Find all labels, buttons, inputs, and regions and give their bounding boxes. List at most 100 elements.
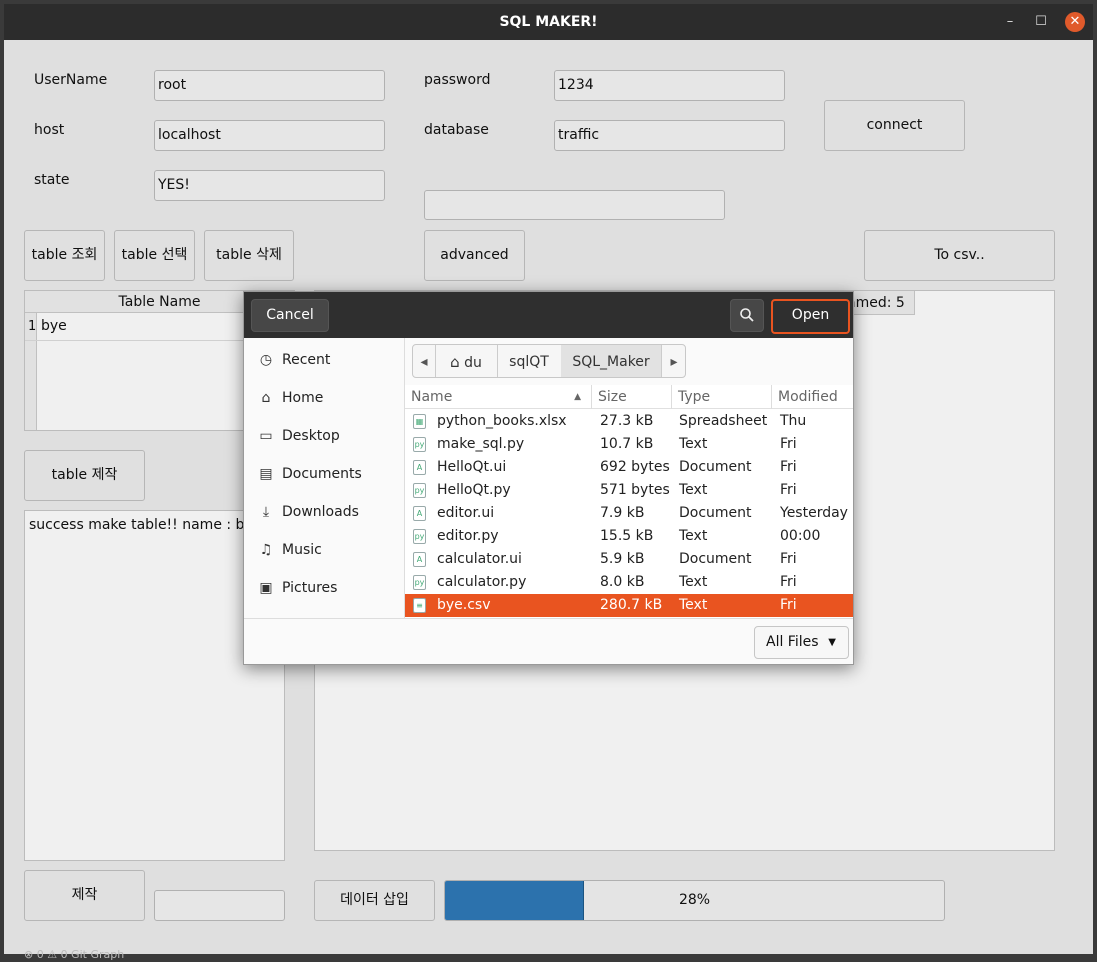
place-home[interactable]: ⌂ Home [256, 390, 324, 414]
downloads-icon: ⤓ [262, 504, 270, 520]
home-icon: ⌂ [450, 353, 460, 371]
file-modified: Yesterday [780, 505, 848, 521]
database-label: database [424, 122, 489, 138]
recent-icon: ◷ [259, 352, 273, 368]
file-name: HelloQt.ui [437, 459, 507, 475]
to-csv-button[interactable]: To csv.. [864, 230, 1055, 281]
search-icon[interactable] [730, 299, 764, 332]
place-documents[interactable]: ▤ Documents [256, 466, 362, 490]
file-row[interactable]: ≡ bye.csv 280.7 kB Text Fri [405, 594, 853, 617]
crumb-sql-maker[interactable]: SQL_Maker [561, 345, 662, 377]
file-modified: Fri [780, 482, 797, 498]
music-icon: ♫ [259, 542, 273, 558]
maximize-icon[interactable]: ☐ [1031, 12, 1051, 32]
host-input[interactable]: localhost [154, 120, 385, 151]
file-row[interactable]: Acalculator.ui 5.9 kB Document Fri [405, 548, 853, 571]
make-button[interactable]: 제작 [24, 870, 145, 921]
advanced-button[interactable]: advanced [424, 230, 525, 281]
file-type: Text [679, 597, 708, 613]
file-filter-select[interactable]: All Files ▼ [754, 626, 849, 659]
close-icon[interactable]: ✕ [1065, 12, 1085, 32]
file-icon: ≡ [413, 598, 426, 613]
password-input[interactable]: 1234 [554, 70, 785, 101]
crumb-forward-icon[interactable]: ▸ [661, 345, 685, 377]
make-name-input[interactable] [154, 890, 285, 921]
file-icon: ▦ [413, 414, 426, 429]
file-name: calculator.ui [437, 551, 522, 567]
host-label: host [34, 122, 65, 138]
pictures-icon: ▣ [259, 580, 273, 596]
table-make-button[interactable]: table 제작 [24, 450, 145, 501]
col-modified[interactable]: Modified [772, 385, 853, 409]
file-row[interactable]: py HelloQt.py 571 bytes Text Fri [405, 479, 853, 502]
file-name: editor.py [437, 528, 499, 544]
table-delete-button[interactable]: table 삭제 [204, 230, 294, 281]
file-size: 8.0 kB [600, 574, 645, 590]
title-bar[interactable]: SQL MAKER! – ☐ ✕ [4, 4, 1093, 40]
file-row[interactable]: A HelloQt.ui 692 bytes Document Fri [405, 456, 853, 479]
connect-button[interactable]: connect [824, 100, 965, 151]
state-input[interactable]: YES! [154, 170, 385, 201]
statusbar-text: ⊗ 0 ⚠ 0 Git Graph [24, 948, 125, 961]
file-list[interactable]: Name ▲ Size Type Modified ▦ python_books.x… [405, 385, 853, 618]
column-header[interactable]: amed: 5 [845, 291, 915, 315]
place-recent[interactable]: ◷ Recent [256, 352, 331, 376]
minimize-icon[interactable]: – [1000, 12, 1020, 32]
database-input[interactable]: traffic [554, 120, 785, 151]
crumb-home[interactable]: ⌂ du [435, 345, 498, 377]
place-pictures[interactable]: ▣ Pictures [256, 580, 337, 604]
file-icon: A [413, 460, 426, 475]
file-size: 10.7 kB [600, 436, 654, 452]
crumb-du-label: du [464, 355, 482, 371]
file-icon: A [413, 552, 426, 567]
extra-input[interactable] [424, 190, 725, 220]
file-modified: 00:00 [780, 528, 821, 544]
file-type: Text [679, 436, 708, 452]
file-filter-value: All Files [766, 634, 819, 650]
place-label: Home [282, 390, 324, 406]
file-modified: Fri [780, 459, 797, 475]
place-downloads[interactable]: ⤓ Downloads [256, 504, 359, 528]
row-table-name: bye [41, 318, 67, 334]
dialog-header: Cancel Open [244, 292, 853, 338]
file-size: 5.9 kB [600, 551, 645, 567]
col-name[interactable]: Name ▲ [405, 385, 592, 409]
place-label: Desktop [282, 428, 340, 444]
file-name: bye.csv [437, 597, 491, 613]
file-name: make_sql.py [437, 436, 525, 452]
window-title: SQL MAKER! [499, 14, 598, 30]
table-select-button[interactable]: table 선택 [114, 230, 195, 281]
file-row[interactable]: Aeditor.ui 7.9 kB Document Yesterday [405, 502, 853, 525]
username-input[interactable]: root [154, 70, 385, 101]
file-modified: Fri [780, 597, 797, 613]
place-desktop[interactable]: ▭ Desktop [256, 428, 340, 452]
file-type: Text [679, 482, 708, 498]
place-label: Downloads [282, 504, 359, 520]
table-query-button[interactable]: table 조회 [24, 230, 105, 281]
open-button[interactable]: Open [771, 299, 850, 334]
file-type: Document [679, 459, 752, 475]
file-row[interactable]: py make_sql.py 10.7 kB Text Fri [405, 433, 853, 456]
username-label: UserName [34, 72, 108, 88]
insert-data-button[interactable]: 데이터 삽입 [314, 880, 435, 921]
crumb-back-icon[interactable]: ◂ [413, 345, 436, 377]
col-type[interactable]: Type [672, 385, 772, 409]
file-modified: Thu [780, 413, 807, 429]
file-icon: py [413, 483, 426, 498]
file-row[interactable]: py calculator.py 8.0 kB Text Fri [405, 571, 853, 594]
col-size[interactable]: Size [592, 385, 672, 409]
state-label: state [34, 172, 70, 188]
file-type: Text [679, 528, 708, 544]
file-name: HelloQt.py [437, 482, 511, 498]
file-size: 692 bytes [600, 459, 670, 475]
file-row[interactable]: ▦ python_books.xlsx 27.3 kB Spreadsheet Thu [405, 410, 853, 433]
place-music[interactable]: ♫ Music [256, 542, 322, 566]
file-type: Text [679, 574, 708, 590]
file-name: calculator.py [437, 574, 527, 590]
place-label: Documents [282, 466, 362, 482]
dialog-footer: All Files ▼ [244, 618, 853, 664]
crumb-sqlqt[interactable]: sqlQT [497, 345, 562, 377]
progress-text: 28% [678, 892, 711, 908]
file-row[interactable]: py editor.py 15.5 kB Text 00:00 [405, 525, 853, 548]
cancel-button[interactable]: Cancel [251, 299, 329, 332]
